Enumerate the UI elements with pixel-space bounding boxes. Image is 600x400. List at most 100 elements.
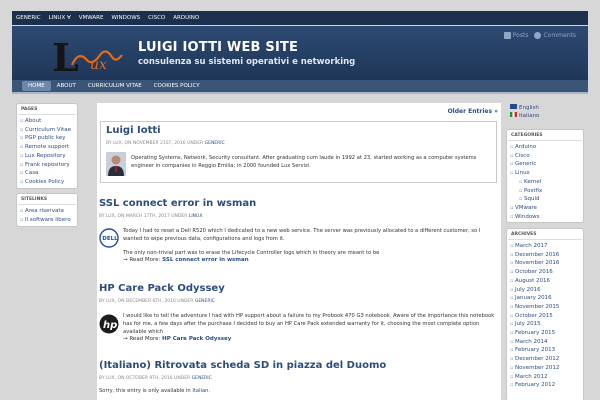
featured-post: Luigi Iotti BY LUX, ON NOVEMBER 21ST, 20… [100,121,497,183]
featured-title[interactable]: Luigi Iotti [106,125,161,136]
site-logo[interactable]: L ux [50,35,136,75]
archive-link[interactable]: March 2012 [510,373,580,382]
post-category[interactable]: GENERIC [192,376,212,381]
read-more-link[interactable]: HP Care Pack Odyssey [162,336,231,342]
posts-feed-link[interactable]: Posts [503,32,529,39]
category-link[interactable]: Windows [510,213,580,222]
post-body: Sorry, this entry is only available in I… [99,388,211,394]
page-link[interactable]: Lux Repository [20,152,74,161]
post-meta-text: BY LUX, ON DECEMBER 6TH, 2016 UNDER [99,299,194,304]
archive-link[interactable]: February 2015 [510,329,580,338]
topnav-arduino[interactable]: ARDUINO [173,15,199,21]
author-photo [106,152,126,176]
featured-meta: BY LUX, ON NOVEMBER 21ST, 2016 UNDER GEN… [106,141,225,146]
comments-feed-label: Comments [543,32,576,39]
post-category[interactable]: LINUX [189,214,203,219]
post-body: I would like to tell the adventure I had… [123,313,495,335]
pages-title: PAGES [18,105,76,115]
italy-flag-icon [510,112,517,117]
page-link[interactable]: Curriculum Vitae [20,126,74,135]
post-body: Today I had to reset a Dell R520 which I… [123,228,481,242]
pages-widget: PAGES About Curriculum Vitae PGP public … [16,103,78,189]
archive-link[interactable]: November 2015 [510,303,580,312]
subcategory-link[interactable]: Kernel [510,178,580,187]
topnav-vmware[interactable]: VMWARE [79,15,104,21]
post-body-2: The only non-trivial part was to erase t… [123,250,380,256]
category-link[interactable]: Arduino [510,143,580,152]
sitelinks-title: SITELINKS [18,195,76,205]
archive-link[interactable]: February 2012 [510,381,580,390]
archive-link[interactable]: December 2012 [510,355,580,364]
archive-link[interactable]: October 2016 [510,268,580,277]
read-more-prefix: → Read More: [123,336,161,342]
post-title[interactable]: HP Care Pack Odyssey [99,283,225,294]
sitelinks-widget: SITELINKS Area riservata Il software lib… [16,193,78,227]
read-more-prefix: → Read More: [123,257,161,263]
categories-widget: CATEGORIES Arduino Cisco Generic Linux K… [506,129,584,223]
topnav-linux[interactable]: LINUX ∀ [49,15,71,21]
page-link[interactable]: Frank repository [20,161,74,170]
archive-link[interactable]: July 2015 [510,320,580,329]
topnav-generic[interactable]: GENERIC [16,15,41,21]
page-link[interactable]: About [20,117,74,126]
featured-category[interactable]: GENERIC [205,141,225,146]
menu-home[interactable]: HOME [22,81,51,91]
rss-icon [503,32,511,39]
archive-link[interactable]: November 2012 [510,364,580,373]
post-title[interactable]: SSL connect error in wsman [99,198,256,209]
italian-link[interactable]: Italian [192,388,208,394]
lang-english[interactable]: English [510,104,539,112]
archive-link[interactable]: July 2016 [510,286,580,295]
post-title[interactable]: (Italiano) Ritrovata scheda SD in piazza… [99,360,386,371]
category-link[interactable]: VMware [510,204,580,213]
comments-feed-link[interactable]: Comments [534,32,576,39]
page-link[interactable]: PGP public key [20,134,74,143]
topnav-cisco[interactable]: CISCO [148,15,165,21]
svg-text:hp: hp [103,320,117,331]
main-content: Older Entries » Luigi Iotti BY LUX, ON N… [97,103,501,400]
categories-title: CATEGORIES [508,131,582,141]
archive-link[interactable]: March 2014 [510,338,580,347]
main-menu: HOME ABOUT CURRICULUM VITAE COOKIES POLI… [12,80,588,94]
read-more-link[interactable]: SSL connect error in wsman [162,257,249,263]
menu-cookies[interactable]: COOKIES POLICY [148,81,206,91]
site-title[interactable]: LUIGI IOTTI WEB SITE [138,40,298,55]
archive-link[interactable]: January 2016 [510,294,580,303]
post-meta-text: BY LUX, ON OCTOBER 9TH, 2016 UNDER [99,376,191,381]
archive-link[interactable]: November 2016 [510,259,580,268]
hp-logo-icon: hp [99,314,119,334]
subcategory-link[interactable]: Squid [510,195,580,204]
sitelink[interactable]: Area riservata [20,207,74,216]
posts-feed-label: Posts [512,32,529,39]
archive-link[interactable]: March 2017 [510,242,580,251]
post-category[interactable]: GENERIC [195,299,215,304]
archive-link[interactable]: October 2015 [510,312,580,321]
language-switcher: English Italiano [510,104,539,120]
feed-links: Posts Comments [503,32,576,39]
dell-logo-icon: DELL [99,228,119,248]
page-link[interactable]: Remote support [20,143,74,152]
featured-meta-text: BY LUX, ON NOVEMBER 21ST, 2016 UNDER [106,141,204,146]
older-entries-link[interactable]: Older Entries » [448,108,498,115]
menu-about[interactable]: ABOUT [51,81,82,91]
archive-list: March 2017 December 2016 November 2016 O… [507,242,583,390]
archive-link[interactable]: August 2016 [510,277,580,286]
site-tagline: consulenza su sistemi operativi e networ… [138,57,356,67]
archive-link[interactable]: February 2013 [510,346,580,355]
lang-english-label: English [519,105,539,111]
sitelink[interactable]: Il software libero [20,216,74,225]
archives-title: ARCHIVES [508,230,582,240]
lang-italiano[interactable]: Italiano [510,112,539,120]
category-link[interactable]: Generic [510,160,580,169]
archive-link[interactable]: December 2016 [510,251,580,260]
svg-text:DELL: DELL [102,236,118,242]
category-link[interactable]: Cisco [510,152,580,161]
read-more: → Read More: SSL connect error in wsman [123,257,249,263]
menu-curriculum[interactable]: CURRICULUM VITAE [82,81,148,91]
page-link[interactable]: Casa [20,169,74,178]
post-body-text: Sorry, this entry is only available in [99,388,191,394]
subcategory-link[interactable]: Postfix [510,187,580,196]
category-link[interactable]: Linux [510,169,580,178]
page-link[interactable]: Cookies Policy [20,178,74,187]
topnav-windows[interactable]: WINDOWS [111,15,140,21]
